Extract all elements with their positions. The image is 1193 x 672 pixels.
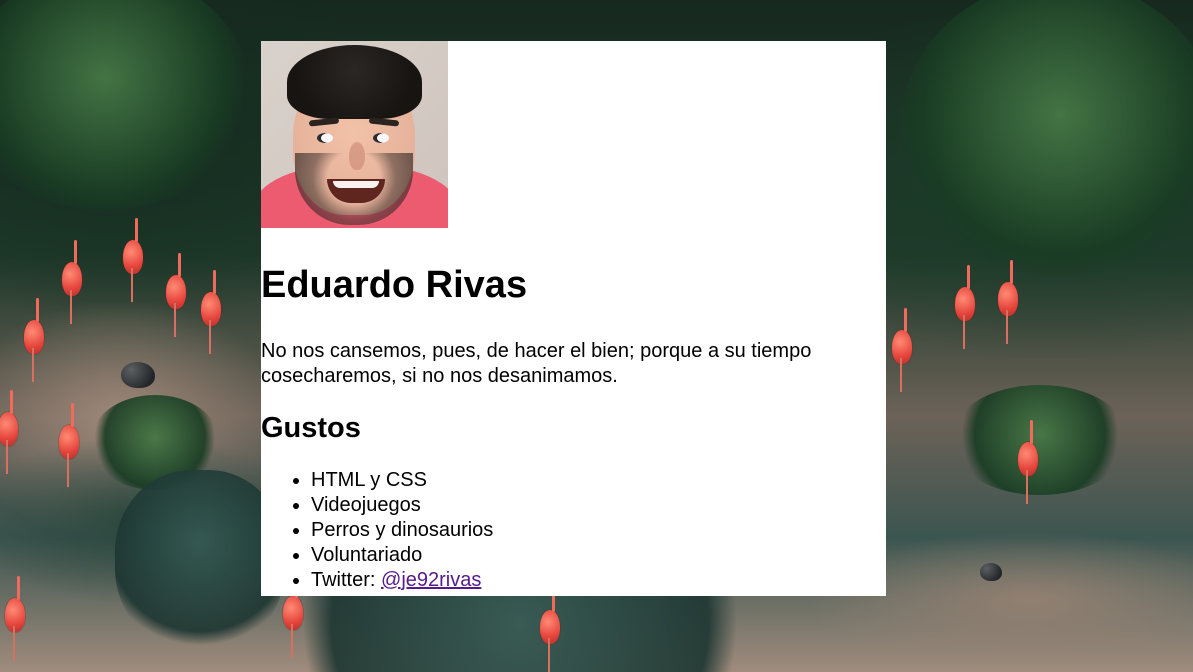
background-foliage-left — [0, 0, 250, 210]
flamingo-graphic — [5, 576, 25, 660]
like-item-videogames: Videojuegos — [311, 493, 886, 518]
photo-left-eye — [317, 133, 333, 143]
likes-heading: Gustos — [261, 412, 361, 444]
photo-right-eye — [373, 133, 389, 143]
likes-list: HTML y CSS Videojuegos Perros y dinosaur… — [261, 468, 886, 593]
flamingo-graphic — [955, 265, 975, 349]
flamingo-graphic — [998, 260, 1018, 344]
flamingo-graphic — [166, 253, 186, 337]
flamingo-graphic — [540, 588, 560, 672]
background-bush-right — [950, 385, 1130, 495]
twitter-label: Twitter: — [311, 569, 382, 591]
flamingo-graphic — [892, 308, 912, 392]
like-item-dogs-dinosaurs: Perros y dinosaurios — [311, 518, 886, 543]
flamingo-graphic — [59, 403, 79, 487]
like-item-twitter: Twitter: @je92rivas — [311, 568, 886, 593]
flamingo-graphic — [0, 390, 18, 474]
flamingo-graphic — [283, 574, 303, 658]
flamingo-graphic — [201, 270, 221, 354]
flamingo-graphic — [123, 218, 143, 302]
twitter-link[interactable]: @je92rivas — [381, 569, 481, 591]
like-item-html-css: HTML y CSS — [311, 468, 886, 493]
profile-photo — [261, 41, 448, 228]
dark-bird-graphic — [980, 563, 1002, 581]
profile-card: Eduardo Rivas No nos cansemos, pues, de … — [261, 41, 886, 596]
dark-bird-graphic — [121, 362, 155, 388]
flamingo-graphic — [62, 240, 82, 324]
like-item-volunteering: Voluntariado — [311, 543, 886, 568]
background-foliage-right — [900, 0, 1193, 280]
profile-name: Eduardo Rivas — [261, 264, 528, 306]
profile-quote: No nos cansemos, pues, de hacer el bien;… — [261, 340, 812, 387]
photo-hair — [287, 45, 422, 119]
flamingo-graphic — [1018, 420, 1038, 504]
flamingo-graphic — [24, 298, 44, 382]
